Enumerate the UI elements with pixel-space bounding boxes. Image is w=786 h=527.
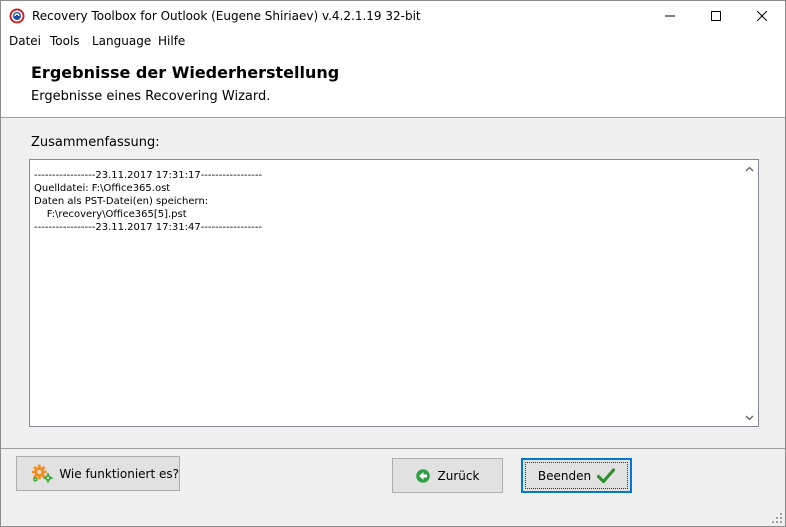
summary-log[interactable]: -----------------23.11.2017 17:31:17----…	[29, 159, 759, 427]
menu-tools[interactable]: Tools	[50, 34, 80, 48]
scroll-up-button[interactable]	[741, 160, 758, 177]
app-logo-icon	[9, 8, 25, 24]
minimize-button[interactable]	[647, 1, 693, 31]
back-label: Zurück	[437, 468, 480, 483]
scroll-down-button[interactable]	[741, 409, 758, 426]
chevron-up-icon	[745, 166, 754, 171]
close-button[interactable]	[739, 1, 785, 31]
back-button[interactable]: Zurück	[392, 458, 503, 493]
close-icon	[757, 11, 767, 21]
how-it-works-button[interactable]: Wie funktioniert es?	[16, 456, 180, 491]
wizard-header: Ergebnisse der Wiederherstellung Ergebni…	[1, 51, 785, 118]
chevron-down-icon	[745, 415, 754, 420]
summary-label: Zusammenfassung:	[31, 135, 160, 150]
resize-grip-icon[interactable]	[771, 512, 783, 524]
app-window: Recovery Toolbox for Outlook (Eugene Shi…	[0, 0, 786, 527]
vertical-scrollbar[interactable]	[741, 160, 758, 426]
window-title: Recovery Toolbox for Outlook (Eugene Shi…	[32, 9, 421, 23]
focus-ring	[525, 462, 628, 489]
summary-log-text: -----------------23.11.2017 17:31:17----…	[34, 170, 263, 233]
menu-hilfe[interactable]: Hilfe	[158, 34, 185, 48]
minimize-icon	[665, 15, 675, 17]
maximize-icon	[711, 11, 721, 21]
finish-button[interactable]: Beenden	[521, 458, 632, 493]
gears-icon	[32, 464, 53, 483]
arrow-left-icon	[415, 468, 430, 483]
title-bar: Recovery Toolbox for Outlook (Eugene Shi…	[1, 1, 785, 31]
page-title: Ergebnisse der Wiederherstellung	[31, 63, 340, 82]
menu-datei[interactable]: Datei	[9, 34, 41, 48]
how-it-works-label: Wie funktioniert es?	[59, 466, 179, 481]
footer-separator	[1, 448, 785, 449]
menu-language[interactable]: Language	[92, 34, 151, 48]
page-subtitle: Ergebnisse eines Recovering Wizard.	[31, 89, 271, 104]
maximize-button[interactable]	[693, 1, 739, 31]
menu-bar: Datei Tools Language Hilfe	[1, 31, 785, 51]
